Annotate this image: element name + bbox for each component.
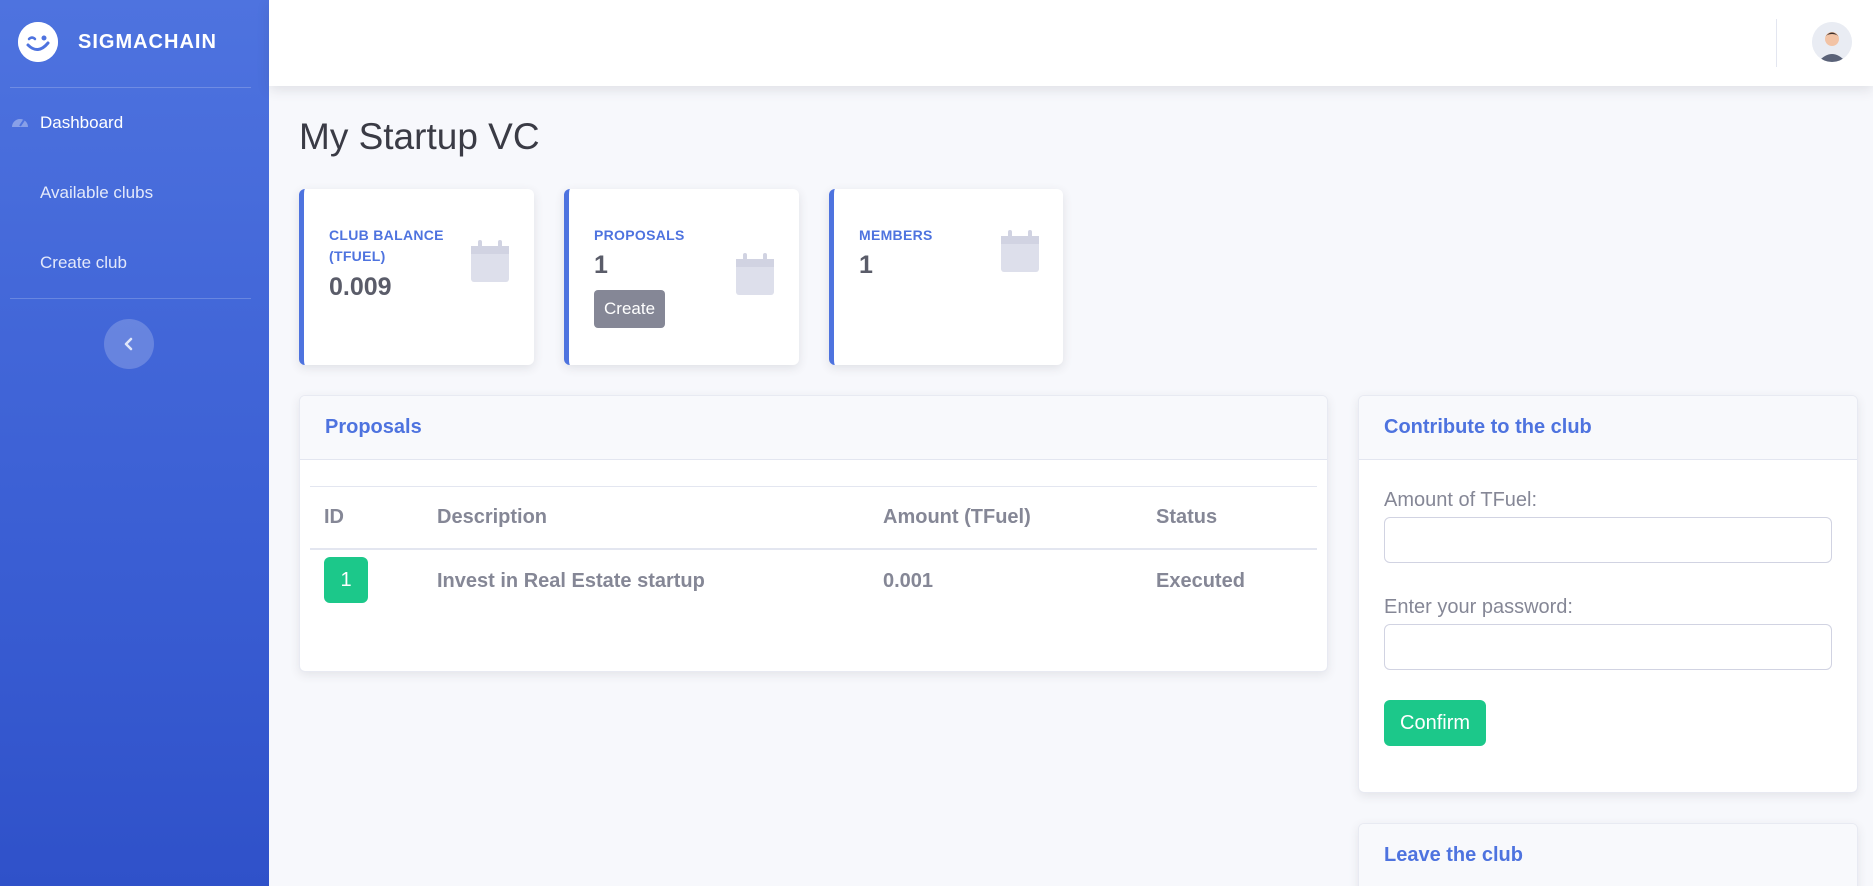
proposals-table: ID Description Amount (TFuel) Status 1 I… (310, 486, 1317, 611)
stat-value: 1 (594, 251, 608, 279)
leave-card: Leave the club (1358, 823, 1858, 886)
page-title: My Startup VC (299, 116, 540, 157)
sidebar-divider (10, 298, 251, 299)
amount-label: Amount of TFuel: (1384, 489, 1538, 511)
calendar-icon (1001, 230, 1039, 272)
contribute-card: Contribute to the club Amount of TFuel: … (1358, 395, 1858, 793)
stat-card-proposals: PROPOSALS 1 Create (564, 189, 799, 365)
sidebar: SIGMACHAIN Dashboard Available clubs Cre… (0, 0, 269, 886)
table-row[interactable]: 1 Invest in Real Estate startup 0.001 Ex… (310, 549, 1317, 611)
cell-description: Invest in Real Estate startup (437, 569, 705, 592)
card-title: Proposals (300, 396, 1327, 460)
stat-card-members: MEMBERS 1 (829, 189, 1063, 365)
password-input[interactable] (1384, 624, 1832, 670)
password-label: Enter your password: (1384, 596, 1573, 618)
wink-logo-icon (18, 22, 58, 62)
tachometer-icon (10, 113, 30, 133)
column-header: Amount (TFuel) (869, 486, 1142, 550)
sidebar-item-label: Create club (40, 253, 127, 272)
id-badge[interactable]: 1 (324, 557, 368, 603)
topbar-divider (1776, 19, 1777, 67)
cell-id: 1 (310, 549, 423, 611)
create-proposal-button[interactable]: Create (594, 290, 666, 328)
cell-amount: 0.001 (883, 569, 934, 592)
sidebar-item-label: Dashboard (40, 113, 124, 132)
sidebar-item-label: Available clubs (40, 183, 154, 202)
calendar-icon (736, 253, 774, 295)
column-header: Description (423, 486, 869, 550)
card-title: Leave the club (1359, 824, 1857, 886)
confirm-button[interactable]: Confirm (1384, 700, 1487, 746)
proposals-card: Proposals ID Description Amount (TFuel) … (299, 395, 1328, 672)
cell-status: Executed (1156, 569, 1245, 592)
user-avatar-icon (1812, 22, 1852, 62)
table-header-row: ID Description Amount (TFuel) Status (310, 486, 1317, 550)
stat-value: 0.009 (329, 273, 392, 301)
column-header: Status (1142, 486, 1317, 550)
stat-label: PROPOSALS (594, 227, 685, 243)
user-avatar[interactable] (1812, 22, 1852, 62)
sidebar-item-create-club[interactable]: Create club (0, 228, 269, 298)
card-title: Contribute to the club (1359, 396, 1857, 460)
amount-input[interactable] (1384, 517, 1832, 563)
topbar (269, 0, 1873, 86)
stat-label: CLUB BALANCE (TFUEL) (329, 227, 444, 264)
sidebar-item-available-clubs[interactable]: Available clubs (0, 158, 269, 228)
chevron-left-icon (124, 337, 133, 351)
sidebar-toggle-button[interactable] (104, 319, 154, 369)
brand-name: SIGMACHAIN (78, 30, 217, 53)
sidebar-item-dashboard[interactable]: Dashboard (0, 88, 269, 158)
stat-card-club-balance: CLUB BALANCE (TFUEL) 0.009 (299, 189, 534, 365)
brand[interactable]: SIGMACHAIN (0, 0, 269, 84)
stat-label: MEMBERS (859, 227, 933, 243)
calendar-icon (471, 240, 509, 282)
column-header: ID (310, 486, 423, 550)
stat-value: 1 (859, 251, 873, 279)
